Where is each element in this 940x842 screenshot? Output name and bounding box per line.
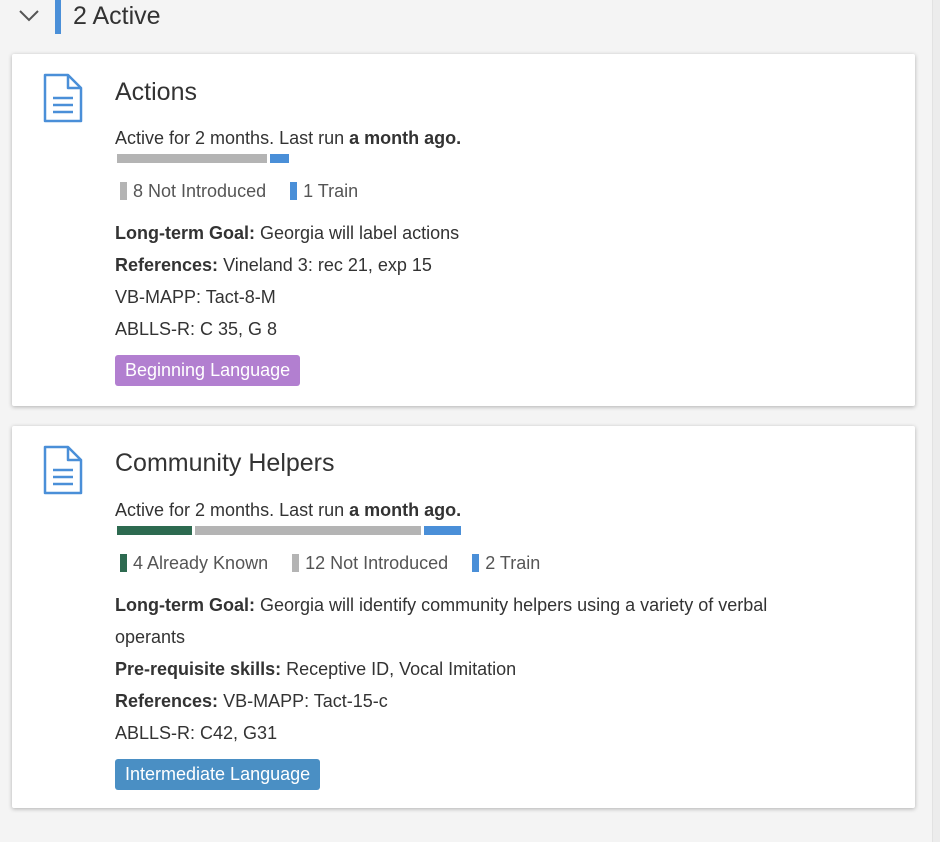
reference-line: VB-MAPP: Tact-8-M: [115, 287, 276, 307]
prerequisite-skills: Pre-requisite skills: Receptive ID, Voca…: [115, 659, 517, 679]
legend-item: 2 Train: [472, 550, 540, 576]
chevron-down-icon[interactable]: [18, 6, 40, 24]
legend-item: 4 Already Known: [120, 550, 268, 576]
category-tag[interactable]: Beginning Language: [115, 355, 301, 386]
long-term-goal-continued: operants: [115, 627, 186, 647]
group-accent-bar: [55, 0, 61, 34]
reference-line: ABLLS-R: C 35, G 8: [115, 319, 278, 339]
progress-segment: [117, 154, 268, 163]
card-title[interactable]: Community Helpers: [115, 445, 335, 481]
reference-line: ABLLS-R: C42, G31: [115, 723, 278, 743]
progress-legend: 4 Already Known 12 Not Introduced 2 Trai…: [120, 550, 564, 576]
long-term-goal: Long-term Goal: Georgia will label actio…: [115, 223, 460, 243]
program-card[interactable]: Community Helpers Active for 2 months. L…: [12, 426, 915, 808]
group-header: 2 Active: [0, 0, 930, 34]
group-title: 2 Active: [73, 2, 161, 30]
legend-item: 1 Train: [290, 178, 358, 204]
legend-swatch: [120, 182, 127, 200]
progress-segment: [270, 154, 290, 163]
document-icon: [43, 445, 83, 495]
card-title[interactable]: Actions: [115, 74, 197, 110]
program-card[interactable]: Actions Active for 2 months. Last run a …: [12, 54, 915, 406]
status-text: Active for 2 months. Last run a month ag…: [115, 128, 462, 148]
progress-segment: [423, 526, 462, 535]
progress-bar: [117, 526, 464, 535]
legend-swatch: [120, 554, 127, 572]
progress-legend: 8 Not Introduced 1 Train: [120, 178, 382, 204]
references: References: Vineland 3: rec 21, exp 15: [115, 255, 432, 275]
legend-swatch: [472, 554, 480, 572]
legend-item: 12 Not Introduced: [292, 550, 448, 576]
status-text: Active for 2 months. Last run a month ag…: [115, 500, 462, 520]
progress-bar: [117, 154, 292, 163]
legend-item: 8 Not Introduced: [120, 178, 266, 204]
document-icon: [43, 73, 83, 123]
long-term-goal: Long-term Goal: Georgia will identify co…: [115, 595, 768, 615]
scrollbar[interactable]: [932, 0, 940, 842]
references: References: VB-MAPP: Tact-15-c: [115, 691, 388, 711]
progress-segment: [195, 526, 421, 535]
progress-segment: [117, 526, 193, 535]
legend-swatch: [292, 554, 300, 572]
category-tag[interactable]: Intermediate Language: [115, 759, 321, 790]
legend-swatch: [290, 182, 298, 200]
